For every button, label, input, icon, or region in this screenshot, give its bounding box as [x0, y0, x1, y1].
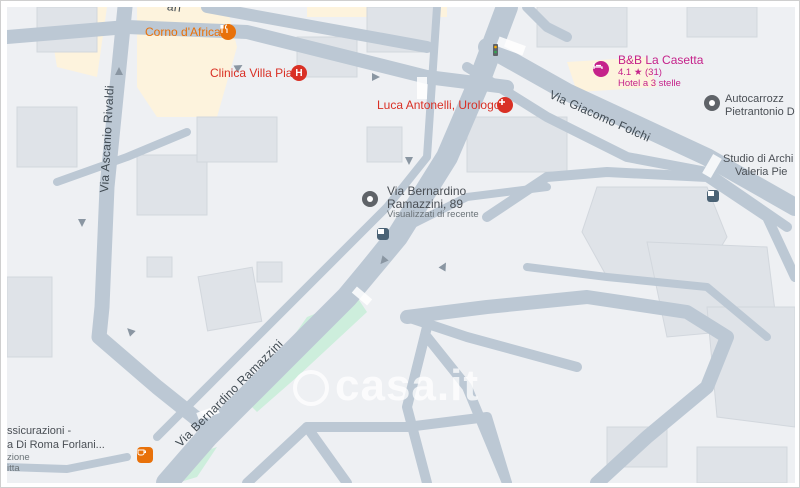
poi-studio-line1[interactable]: Studio di Archi: [723, 153, 793, 166]
restaurant-icon[interactable]: [220, 24, 236, 40]
poi-autocarrozzeria-line1[interactable]: Autocarrozz: [725, 93, 784, 106]
cafe-icon[interactable]: [137, 447, 153, 463]
poi-corno-africa[interactable]: Corno d'Africa: [145, 25, 221, 40]
hotel-icon[interactable]: [593, 61, 609, 77]
pin-recent-label: Visualizzati di recente: [387, 209, 479, 220]
map-canvas[interactable]: H Corno d'Africa Clinica Villa Pia Luca …: [7, 7, 795, 483]
poi-autocarrozzeria-line2[interactable]: Pietrantonio D: [725, 106, 795, 119]
poi-assicurazioni-line2[interactable]: a Di Roma Forlani...: [7, 439, 105, 452]
poi-assicurazioni-line1[interactable]: ssicurazioni -: [7, 425, 71, 438]
poi-assicurazioni-line4: itta: [7, 463, 20, 474]
poi-bb-name[interactable]: B&B La Casetta: [618, 53, 703, 68]
poi-studio-line2[interactable]: Valeria Pie: [735, 166, 787, 179]
bus-stop-icon[interactable]: [707, 190, 719, 202]
bus-stop-icon[interactable]: [377, 228, 389, 240]
hospital-icon[interactable]: H: [291, 65, 307, 81]
poi-clinica-villa-pia[interactable]: Clinica Villa Pia: [210, 66, 292, 81]
location-pin-icon[interactable]: [362, 191, 378, 207]
watermark: casa.it: [293, 361, 479, 411]
poi-bb-type: Hotel a 3 stelle: [618, 78, 681, 89]
map-frame: H Corno d'Africa Clinica Villa Pia Luca …: [0, 0, 800, 488]
poi-urologo[interactable]: Luca Antonelli, Urologo: [377, 98, 500, 113]
place-icon[interactable]: [704, 95, 720, 111]
